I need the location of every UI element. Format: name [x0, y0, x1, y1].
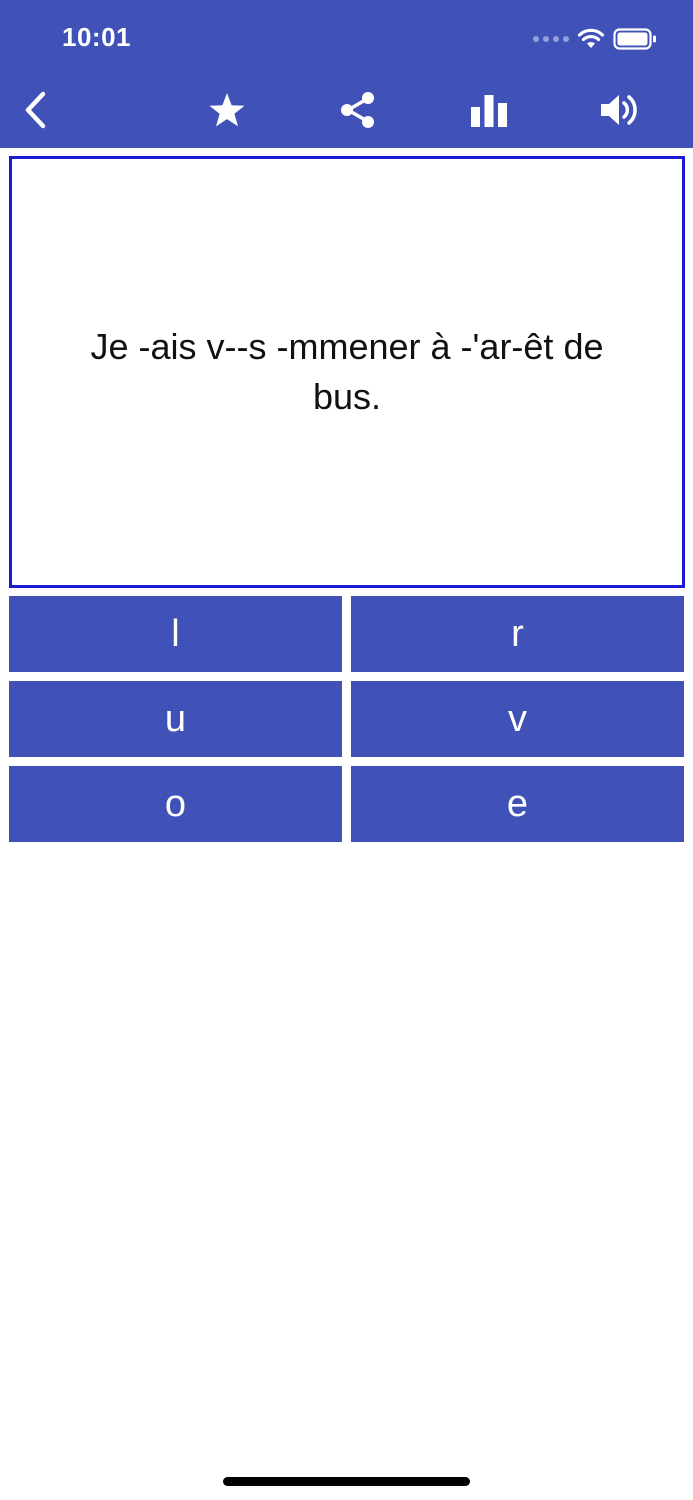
back-chevron-icon — [25, 91, 46, 129]
star-icon — [209, 93, 245, 127]
favorite-button[interactable] — [199, 82, 255, 138]
app-header: 10:01 — [0, 0, 693, 148]
speaker-icon — [601, 95, 637, 125]
cellular-signal-icon — [533, 36, 569, 42]
answer-button-r[interactable]: r — [351, 596, 684, 672]
audio-button[interactable] — [591, 82, 647, 138]
question-text: Je -ais v--s -mmener à -'ar-êt de bus. — [90, 326, 604, 417]
back-button[interactable] — [8, 82, 64, 138]
share-button[interactable] — [330, 82, 386, 138]
status-icons — [533, 24, 657, 54]
answer-button-e[interactable]: e — [351, 766, 684, 842]
answer-button-v[interactable]: v — [351, 681, 684, 757]
share-icon — [341, 92, 374, 128]
battery-icon — [613, 28, 656, 50]
answer-button-u[interactable]: u — [9, 681, 342, 757]
answer-button-l[interactable]: l — [9, 596, 342, 672]
question-card: Je -ais v--s -mmener à -'ar-êt de bus. — [9, 156, 685, 588]
answer-button-o[interactable]: o — [9, 766, 342, 842]
answer-grid: l r u v o e — [9, 596, 684, 842]
status-time: 10:01 — [62, 22, 131, 52]
wifi-icon — [577, 28, 605, 48]
stats-icon — [471, 95, 507, 127]
home-indicator[interactable] — [223, 1477, 470, 1486]
statistics-button[interactable] — [461, 82, 517, 138]
